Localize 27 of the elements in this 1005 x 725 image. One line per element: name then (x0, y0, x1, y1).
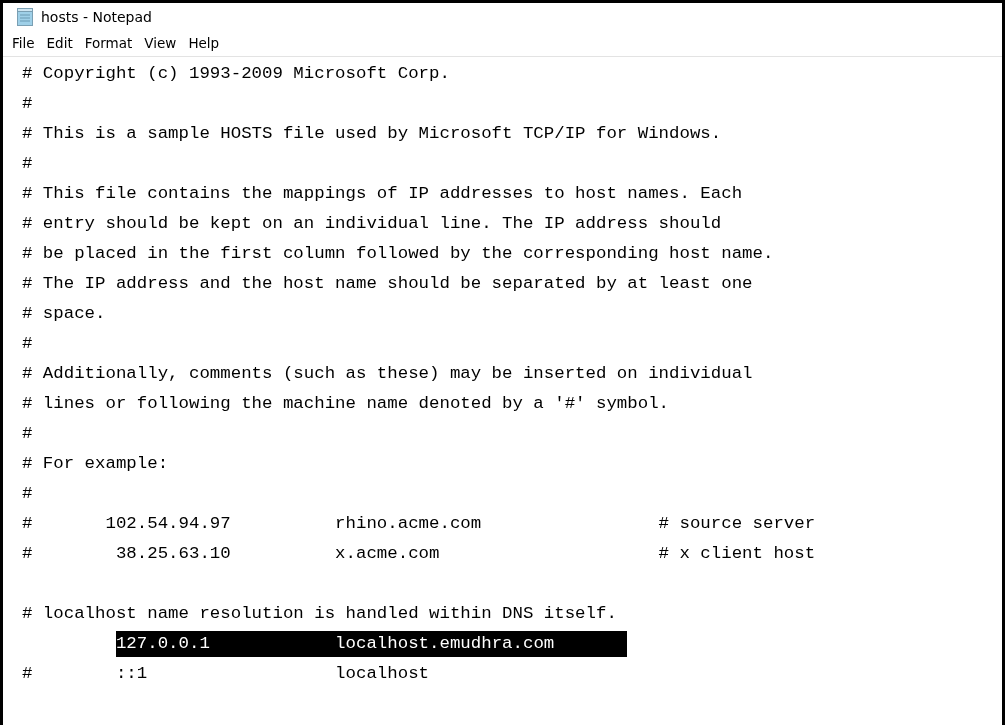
text-line: # For example: (22, 453, 169, 475)
window-title: hosts - Notepad (41, 8, 152, 25)
text-line: # This file contains the mappings of IP addresses to host names. Each (22, 183, 743, 205)
menu-item[interactable]: View (139, 33, 182, 53)
text-line: # Additionally, comments (such as these) may be inserted on individual (22, 363, 753, 385)
menu-item[interactable]: Help (183, 33, 225, 53)
text-line: # (22, 333, 33, 355)
text-line: # (22, 93, 33, 115)
text-line: # ::1 localhost (22, 663, 429, 685)
notepad-icon (17, 7, 33, 26)
text-line: # entry should be kept on an individual line. The IP address should (22, 213, 722, 235)
selected-text: 127.0.0.1 localhost.emudhra.com (115, 631, 628, 657)
text-line: # (22, 483, 33, 505)
text-line: # be placed in the first column followed by the corresponding host name. (22, 243, 774, 265)
text-line: # 102.54.94.97 rhino.acme.com # source server (22, 513, 816, 535)
menu-item[interactable]: File (7, 33, 40, 53)
text-line: # space. (22, 303, 106, 325)
menu-item[interactable]: Format (79, 33, 138, 53)
text-line: # 38.25.63.10 x.acme.com # x client host (22, 543, 816, 565)
text-line: # lines or following the machine name denoted by a '#' symbol. (22, 393, 670, 415)
text-line: # This is a sample HOSTS file used by Microsoft TCP/IP for Windows. (22, 123, 722, 145)
text-line: # (22, 423, 33, 445)
text-line: # localhost name resolution is handled within DNS itself. (22, 603, 617, 625)
text-line: # Copyright (c) 1993-2009 Microsoft Corp. (22, 63, 450, 85)
menu-item[interactable]: Edit (41, 33, 78, 53)
text-line: # (22, 153, 33, 175)
text-line: # The IP address and the host name should be separated by at least one (22, 273, 753, 295)
